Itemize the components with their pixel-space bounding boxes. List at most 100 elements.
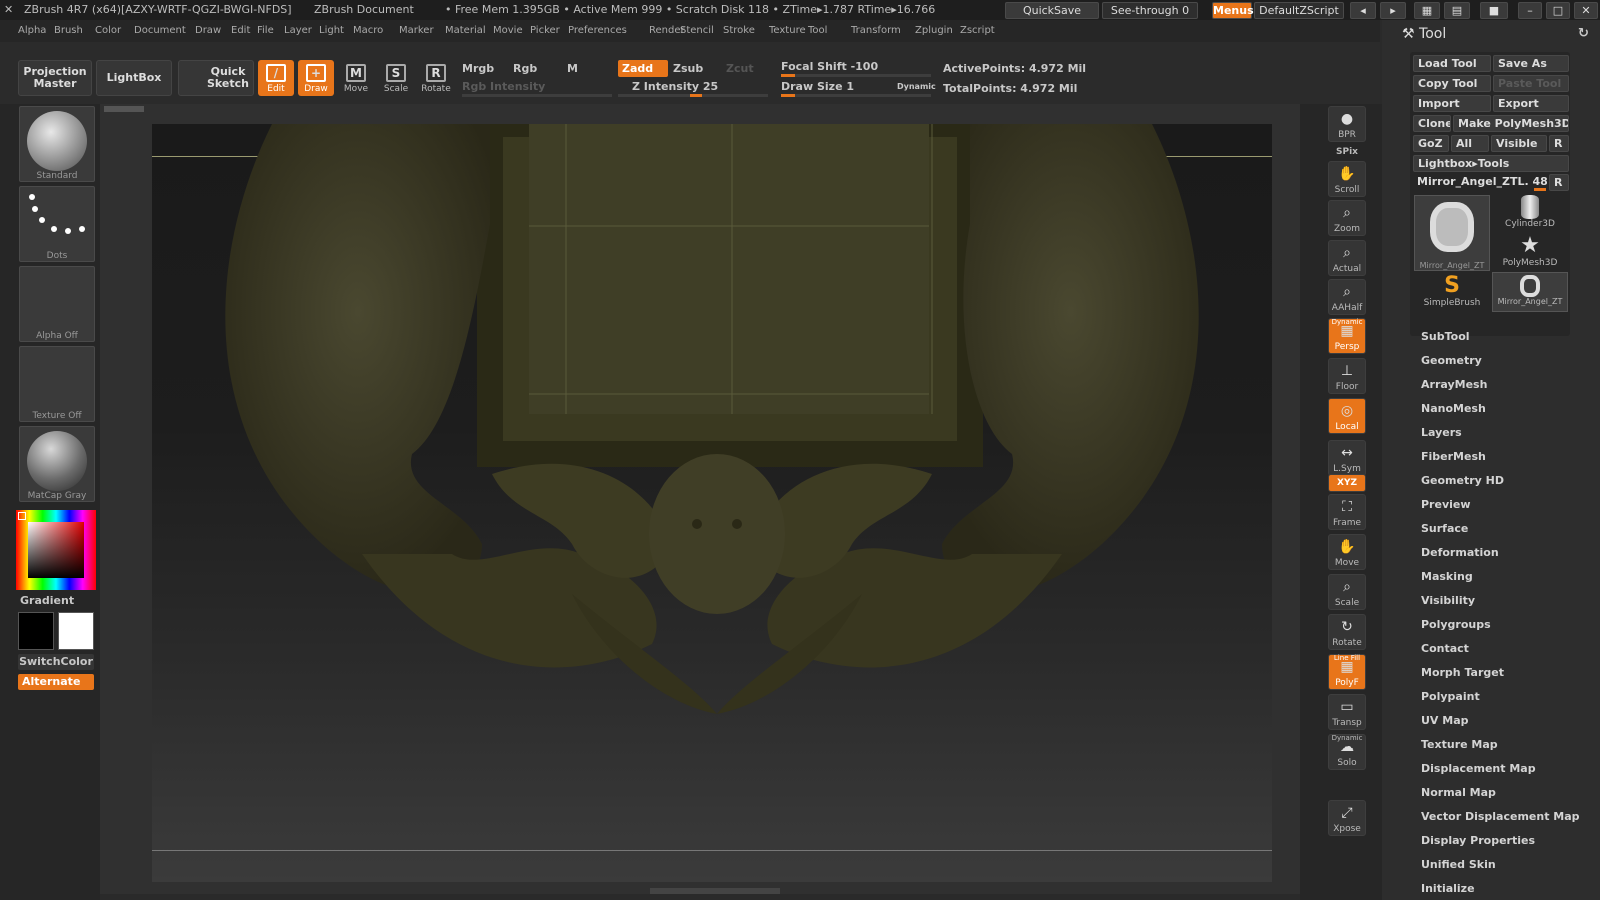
zcut-button[interactable]: Zcut [726,62,754,75]
tool-section-masking[interactable]: Masking [1421,570,1473,583]
tool-thumb-polymesh[interactable]: ★ PolyMesh3D [1492,234,1568,272]
material-thumbnail[interactable]: MatCap Gray [19,426,95,502]
lightbox-tools-button[interactable]: Lightbox▸Tools [1413,155,1569,172]
brush-thumbnail[interactable]: Standard [19,106,95,182]
right-shelf-frame-button[interactable]: ⛶ Frame [1328,494,1366,530]
tool-thumb-mirror-angel[interactable]: Mirror_Angel_ZT [1414,195,1490,271]
tool-thumb-mirror-angel-2[interactable]: Mirror_Angel_ZT [1492,272,1568,312]
focal-shift-track[interactable] [781,74,931,77]
main-color-swatch[interactable] [18,612,54,650]
menu-preferences[interactable]: Preferences [568,25,627,36]
tool-section-deformation[interactable]: Deformation [1421,546,1499,559]
tool-section-uv-map[interactable]: UV Map [1421,714,1469,727]
right-shelf-local-button[interactable]: ◎ Local [1328,398,1366,434]
z-intensity-slider[interactable]: Z Intensity 25 [632,80,718,93]
goz-visible-button[interactable]: Visible [1491,135,1547,152]
tool-section-display-properties[interactable]: Display Properties [1421,834,1535,847]
paste-tool-button[interactable]: Paste Tool [1493,75,1569,92]
menu-zscript[interactable]: Zscript [960,25,995,36]
clone-button[interactable]: Clone [1413,115,1451,132]
lock-icon[interactable]: ■ [1480,2,1508,19]
menu-picker[interactable]: Picker [530,25,560,36]
menu-color[interactable]: Color [95,25,121,36]
tool-section-visibility[interactable]: Visibility [1421,594,1475,607]
import-button[interactable]: Import [1413,95,1491,112]
tool-section-morph-target[interactable]: Morph Target [1421,666,1504,679]
menu-document[interactable]: Document [134,25,186,36]
projection-master-button[interactable]: Projection Master [18,60,92,96]
menu-transform[interactable]: Transform [851,25,901,36]
scale-button[interactable]: S Scale [378,60,414,96]
tool-section-vector-displacement-map[interactable]: Vector Displacement Map [1421,810,1580,823]
menus-button[interactable]: Menus [1212,2,1254,19]
tool-section-geometry-hd[interactable]: Geometry HD [1421,474,1504,487]
menu-macro[interactable]: Macro [353,25,383,36]
menu-texture[interactable]: Texture [769,25,806,36]
tool-section-contact[interactable]: Contact [1421,642,1469,655]
right-shelf-scroll-button[interactable]: ✋ Scroll [1328,161,1366,197]
canvas-scroll-handle[interactable] [104,106,144,112]
quicksave-button[interactable]: QuickSave [1005,2,1099,19]
right-shelf-bpr-button[interactable]: ● BPR [1328,106,1366,142]
right-shelf-xyz-button[interactable]: XYZ [1328,474,1366,492]
copy-tool-button[interactable]: Copy Tool [1413,75,1491,92]
goz-all-button[interactable]: All [1451,135,1489,152]
save-as-button[interactable]: Save As [1493,55,1569,72]
current-tool-slider[interactable]: Mirror_Angel_ZTL. 48 [1413,174,1547,191]
quick-sketch-button[interactable]: Quick Sketch [178,60,254,96]
alternate-button[interactable]: Alternate [18,674,94,690]
menu-brush[interactable]: Brush [54,25,83,36]
menu-light[interactable]: Light [319,25,344,36]
menu-stencil[interactable]: Stencil [680,25,714,36]
focal-shift-slider[interactable]: Focal Shift -100 [781,60,878,73]
menu-draw[interactable]: Draw [195,25,221,36]
menu-file[interactable]: File [257,25,274,36]
goz-r-button[interactable]: R [1549,135,1569,152]
right-shelf-spix-button[interactable]: SPix [1328,144,1366,160]
reset-icon[interactable]: ↻ [1578,26,1589,41]
tool-section-texture-map[interactable]: Texture Map [1421,738,1498,751]
goz-button[interactable]: GoZ [1413,135,1449,152]
menu-edit[interactable]: Edit [231,25,250,36]
lightbox-button[interactable]: LightBox [96,60,172,96]
texture-thumbnail[interactable]: Texture Off [19,346,95,422]
rgb-button[interactable]: Rgb [513,62,537,75]
right-shelf-move-button[interactable]: ✋ Move [1328,534,1366,570]
gradient-label[interactable]: Gradient [20,594,74,607]
tool-section-subtool[interactable]: SubTool [1421,330,1470,343]
draw-button[interactable]: + Draw [298,60,334,96]
right-shelf-rotate-button[interactable]: ↻ Rotate [1328,614,1366,650]
tool-section-fibermesh[interactable]: FiberMesh [1421,450,1486,463]
default-zscript-button[interactable]: DefaultZScript [1254,2,1344,19]
alpha-thumbnail[interactable]: Alpha Off [19,266,95,342]
right-shelf-zoom-button[interactable]: ⌕ Zoom [1328,200,1366,236]
right-shelf-transp-button[interactable]: ▭ Transp [1328,694,1366,730]
zsub-button[interactable]: Zsub [673,62,703,75]
see-through-slider[interactable]: See-through 0 [1102,2,1198,19]
mrgb-button[interactable]: Mrgb [462,62,494,75]
tool-thumb-cylinder[interactable]: Cylinder3D [1492,195,1568,233]
tool-section-polypaint[interactable]: Polypaint [1421,690,1480,703]
right-shelf-persp-button[interactable]: ▦ Persp Dynamic [1328,318,1366,354]
m-button[interactable]: M [567,62,578,75]
draw-size-track[interactable] [781,94,931,97]
layout-icon[interactable]: ▦ [1414,2,1440,19]
panel-left-icon[interactable]: ◂ [1350,2,1376,19]
right-shelf-solo-button[interactable]: ☁ Solo Dynamic [1328,734,1366,770]
make-polymesh-button[interactable]: Make PolyMesh3D [1453,115,1569,132]
dynamic-toggle[interactable]: Dynamic [897,82,936,91]
layout2-icon[interactable]: ▤ [1444,2,1470,19]
menu-tool[interactable]: Tool [808,25,827,36]
menu-alpha[interactable]: Alpha [18,25,46,36]
draw-size-slider[interactable]: Draw Size 1 [781,80,854,93]
menu-layer[interactable]: Layer [284,25,312,36]
tool-section-geometry[interactable]: Geometry [1421,354,1482,367]
rgb-intensity-slider[interactable]: Rgb Intensity [462,80,545,93]
minimize-icon[interactable]: – [1518,2,1542,19]
canvas-horizontal-scroll[interactable] [650,888,780,894]
document-viewport[interactable] [152,124,1272,882]
stroke-thumbnail[interactable]: Dots [19,186,95,262]
tool-section-normal-map[interactable]: Normal Map [1421,786,1496,799]
move-button[interactable]: M Move [338,60,374,96]
right-shelf-lsym-button[interactable]: ↔ L.Sym [1328,440,1366,476]
